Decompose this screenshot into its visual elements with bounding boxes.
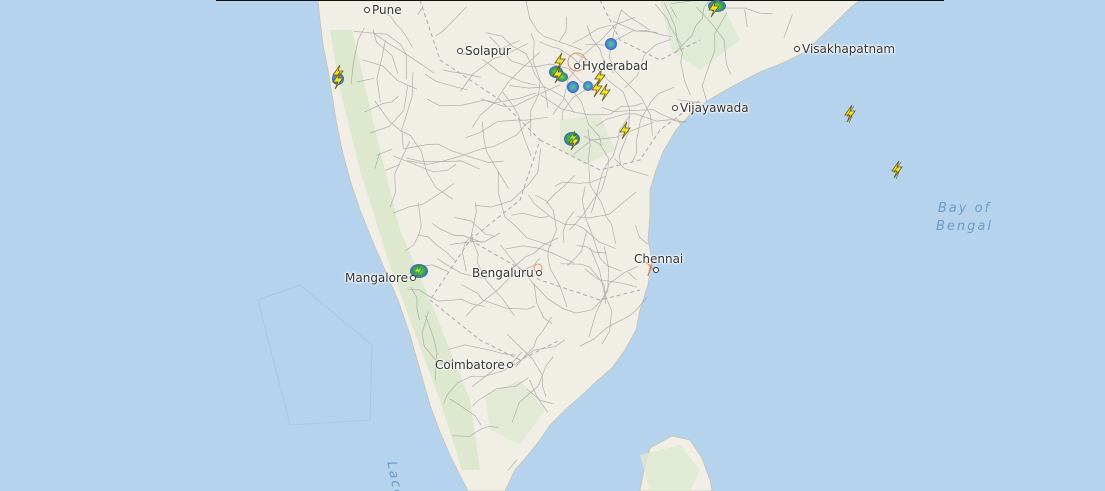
city-chennai-dot bbox=[653, 262, 659, 273]
city-dot bbox=[794, 45, 800, 52]
city-dot bbox=[364, 6, 370, 13]
city-label: Hyderabad bbox=[582, 59, 648, 73]
city-label: Visakhapatnam bbox=[802, 42, 896, 56]
city-dot bbox=[574, 62, 580, 69]
city-visakhapatnam[interactable]: Visakhapatnam bbox=[792, 42, 895, 56]
city-dot bbox=[672, 104, 678, 111]
water-label-bay-of-bengal: Bay of Bengal bbox=[936, 200, 993, 236]
city-vijayawada[interactable]: Vijayawada bbox=[670, 101, 749, 115]
city-bengaluru[interactable]: Bengaluru bbox=[472, 266, 544, 280]
city-dot bbox=[506, 361, 513, 368]
city-solapur[interactable]: Solapur bbox=[455, 44, 511, 58]
city-label: Coimbatore bbox=[435, 358, 505, 372]
storm-cell[interactable] bbox=[583, 81, 593, 91]
city-mangalore[interactable]: Mangalore bbox=[345, 271, 418, 285]
city-dot bbox=[535, 269, 542, 276]
storm-cells bbox=[332, 0, 726, 278]
city-dot bbox=[410, 274, 417, 281]
city-coimbatore[interactable]: Coimbatore bbox=[435, 358, 515, 372]
lightning-bolt-icon[interactable] bbox=[844, 104, 856, 124]
water-label-line: Bengal bbox=[936, 219, 993, 234]
city-dot bbox=[457, 47, 463, 54]
water-label-line: Bay of bbox=[937, 201, 992, 216]
storm-cell[interactable] bbox=[567, 81, 579, 93]
map-canvas[interactable]: Pune Solapur Hyderabad Visakhapatnam Vij… bbox=[0, 0, 1105, 491]
lightning-bolt-icon[interactable] bbox=[619, 121, 631, 140]
city-dot bbox=[653, 266, 659, 273]
city-label: Solapur bbox=[465, 44, 511, 58]
city-label: Vijayawada bbox=[680, 101, 749, 115]
lightning-bolt-icon[interactable] bbox=[591, 79, 603, 98]
city-label: Pune bbox=[372, 3, 402, 17]
lightning-bolt-icon[interactable] bbox=[891, 160, 903, 180]
city-hyderabad[interactable]: Hyderabad bbox=[572, 59, 648, 73]
city-label: Mangalore bbox=[345, 271, 409, 285]
lightning-overlay bbox=[332, 0, 903, 278]
city-pune[interactable]: Pune bbox=[362, 3, 402, 17]
city-label: Bengaluru bbox=[472, 266, 534, 280]
storm-cell[interactable] bbox=[605, 38, 617, 50]
